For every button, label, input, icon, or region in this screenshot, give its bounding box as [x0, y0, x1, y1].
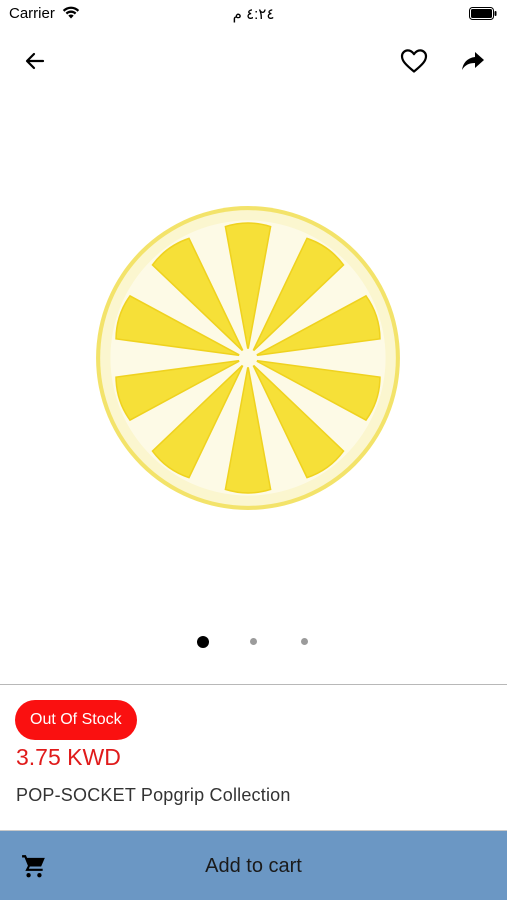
status-time: ٤:٢٤ م	[232, 6, 275, 23]
section-divider	[0, 684, 507, 685]
stock-status-badge: Out Of Stock	[15, 700, 137, 740]
product-name: POP-SOCKET Popgrip Collection	[16, 785, 291, 805]
add-to-cart-label: Add to cart	[205, 855, 302, 877]
battery-icon	[469, 7, 497, 20]
heart-outline-icon	[400, 49, 428, 73]
back-button[interactable]	[20, 46, 50, 76]
carousel-dot-3[interactable]	[301, 638, 308, 645]
status-bar: Carrier ٤:٢٤ م	[0, 0, 507, 28]
favorite-button[interactable]	[399, 46, 429, 76]
product-detail-screen: Carrier ٤:٢٤ م Out Of Stock 3.75 KWD POP…	[0, 0, 507, 900]
product-image	[96, 206, 400, 510]
carousel-dot-2[interactable]	[250, 638, 257, 645]
carousel-page-indicator	[0, 636, 507, 648]
arrow-left-icon	[25, 52, 45, 70]
product-image-carousel[interactable]	[0, 90, 507, 680]
nav-bar	[0, 40, 507, 80]
carousel-dot-1[interactable]	[197, 636, 209, 648]
share-button[interactable]	[458, 46, 488, 76]
share-arrow-icon	[462, 52, 484, 70]
product-price: 3.75 KWD	[16, 744, 121, 770]
add-to-cart-button[interactable]: Add to cart	[0, 830, 507, 900]
